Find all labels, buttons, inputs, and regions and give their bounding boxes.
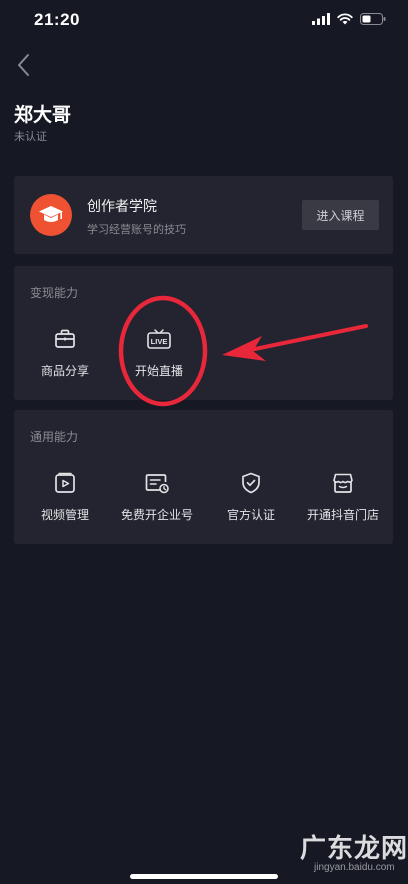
wifi-icon bbox=[337, 13, 353, 25]
watermark-url: jingyan.baidu.com bbox=[314, 862, 395, 873]
tool-official-verification[interactable]: 官方认证 bbox=[206, 470, 296, 523]
general-section-title: 通用能力 bbox=[30, 430, 79, 444]
tool-label: 官方认证 bbox=[226, 508, 275, 522]
cellular-signal-icon bbox=[312, 13, 330, 25]
profile-name: 郑大哥 bbox=[14, 104, 72, 126]
academy-description: 学习经营账号的技巧 bbox=[87, 223, 186, 236]
status-bar: 21:20 bbox=[0, 0, 408, 44]
tool-label: 开通抖音门店 bbox=[306, 508, 379, 522]
home-indicator[interactable] bbox=[130, 874, 278, 879]
monetization-section-title: 变现能力 bbox=[30, 286, 79, 300]
general-section: 通用能力 视频管理 免费开企业号 官方认证 开通抖音门店 bbox=[14, 410, 393, 544]
tool-product-share[interactable]: 商品分享 bbox=[20, 326, 110, 379]
storefront-icon bbox=[330, 470, 356, 496]
monetization-section: 变现能力 商品分享 LIVE 开始直播 bbox=[14, 266, 393, 400]
academy-title: 创作者学院 bbox=[87, 199, 157, 215]
enter-course-button[interactable]: 进入课程 bbox=[302, 200, 379, 230]
enterprise-card-icon bbox=[144, 470, 170, 496]
verification-status: 未认证 bbox=[14, 130, 47, 143]
tool-label: 开始直播 bbox=[134, 364, 183, 378]
tool-enterprise-account[interactable]: 免费开企业号 bbox=[112, 470, 202, 523]
tool-douyin-store[interactable]: 开通抖音门店 bbox=[298, 470, 388, 523]
tool-label: 视频管理 bbox=[40, 508, 89, 522]
shield-check-icon bbox=[238, 470, 264, 496]
tool-video-management[interactable]: 视频管理 bbox=[20, 470, 110, 523]
status-icons bbox=[312, 13, 386, 25]
tool-label: 免费开企业号 bbox=[120, 508, 193, 522]
chevron-left-icon bbox=[18, 54, 29, 76]
back-button[interactable] bbox=[12, 50, 38, 80]
watermark-logo: 广东龙网 bbox=[300, 834, 408, 864]
creator-academy-card[interactable]: 创作者学院 学习经营账号的技巧 进入课程 bbox=[14, 176, 393, 254]
battery-icon bbox=[360, 13, 386, 25]
live-tv-icon: LIVE bbox=[146, 326, 172, 352]
shopping-bag-icon bbox=[52, 326, 78, 352]
tool-label: 商品分享 bbox=[40, 364, 89, 378]
video-play-icon bbox=[52, 470, 78, 496]
tool-start-live[interactable]: LIVE 开始直播 bbox=[114, 326, 204, 379]
svg-text:LIVE: LIVE bbox=[151, 337, 168, 346]
status-time: 21:20 bbox=[34, 10, 80, 29]
graduation-cap-icon bbox=[30, 194, 72, 236]
